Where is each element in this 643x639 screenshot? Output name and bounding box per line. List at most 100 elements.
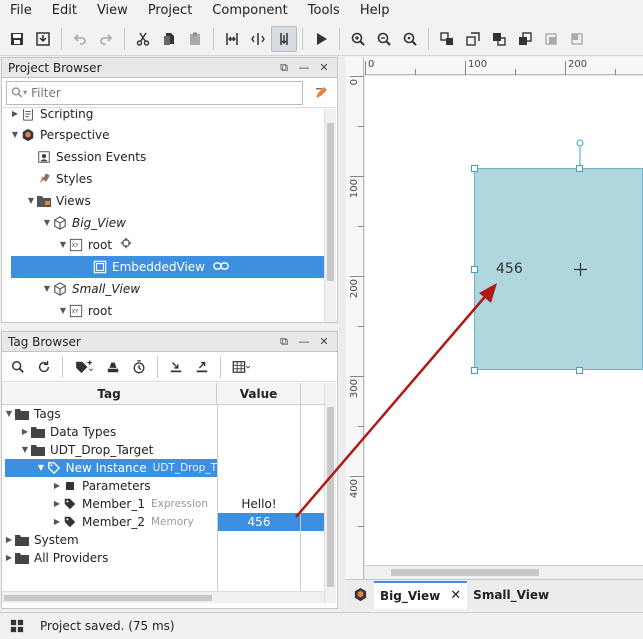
expanded-arrow-icon[interactable]: ▼: [42, 212, 52, 234]
export-icon[interactable]: [192, 360, 212, 374]
scroll-thumb[interactable]: [391, 569, 539, 576]
tree-item-small-view[interactable]: ▼ Small_View: [42, 278, 140, 300]
canvas-horizontal-scrollbar[interactable]: [365, 565, 643, 579]
menu-file[interactable]: File: [0, 0, 42, 22]
move-crosshair-icon[interactable]: [574, 263, 587, 276]
undo-icon[interactable]: [67, 26, 93, 52]
tag-horizontal-scrollbar[interactable]: [2, 591, 324, 603]
move-backward-icon[interactable]: [564, 26, 590, 52]
minimize-panel-icon[interactable]: —: [297, 335, 311, 349]
designer-canvas[interactable]: 0 100 200 0 100 200 300 400 456: [346, 57, 643, 579]
send-back-icon[interactable]: [512, 26, 538, 52]
value-cell-member-1[interactable]: Hello!: [218, 495, 300, 513]
snap-toggle-icon[interactable]: [271, 25, 297, 52]
tree-item-small-view-root[interactable]: ▼ XY root: [58, 300, 112, 322]
minimize-panel-icon[interactable]: —: [297, 61, 311, 75]
menu-tools[interactable]: Tools: [298, 0, 350, 22]
expanded-arrow-icon[interactable]: ▼: [20, 439, 30, 461]
ungroup-icon[interactable]: [460, 26, 486, 52]
tree-item-session-events[interactable]: Session Events: [36, 146, 146, 168]
menu-help[interactable]: Help: [350, 0, 400, 22]
align-vertical-icon[interactable]: [245, 26, 271, 52]
vertical-splitter[interactable]: [339, 57, 345, 612]
zoom-in-icon[interactable]: [345, 26, 371, 52]
project-browser-scrollbar[interactable]: [324, 109, 336, 322]
align-horizontal-icon[interactable]: [219, 26, 245, 52]
close-tab-icon[interactable]: ✕: [450, 588, 461, 603]
folder-icon: [30, 424, 46, 440]
folder-open-icon: [14, 406, 30, 422]
expanded-arrow-icon[interactable]: ▼: [4, 405, 14, 425]
tab-small-view[interactable]: Small_View: [467, 581, 555, 609]
expanded-arrow-icon[interactable]: ▼: [58, 234, 68, 256]
scroll-thumb[interactable]: [4, 595, 212, 601]
expanded-arrow-icon[interactable]: ▼: [10, 124, 20, 146]
expanded-arrow-icon[interactable]: ▼: [26, 190, 36, 212]
filter-box[interactable]: ▾: [6, 80, 303, 105]
add-tag-icon[interactable]: [71, 359, 97, 374]
xy-container-icon: XY: [68, 237, 84, 253]
group-icon[interactable]: [434, 26, 460, 52]
view-cube-icon: [52, 281, 68, 297]
restore-panel-icon[interactable]: ⧉: [277, 61, 291, 75]
expanded-arrow-icon[interactable]: ▼: [58, 300, 68, 322]
import-tags-icon[interactable]: [103, 360, 123, 374]
column-header-tag[interactable]: Tag: [2, 383, 217, 405]
cut-icon[interactable]: [130, 26, 156, 52]
redo-icon[interactable]: [93, 26, 119, 52]
menu-project[interactable]: Project: [138, 0, 202, 22]
status-grid-icon[interactable]: [4, 619, 30, 633]
value-cell-member-2[interactable]: 456: [218, 513, 300, 531]
expanded-arrow-icon[interactable]: ▼: [42, 278, 52, 300]
move-forward-icon[interactable]: [538, 26, 564, 52]
close-panel-icon[interactable]: ✕: [317, 61, 331, 75]
paste-icon[interactable]: [182, 26, 208, 52]
expanded-arrow-icon[interactable]: ▼: [36, 457, 46, 479]
resize-handle-top[interactable]: [576, 165, 583, 172]
svg-text:XY: XY: [72, 243, 80, 249]
save-all-icon[interactable]: [30, 26, 56, 52]
zoom-reset-icon[interactable]: [397, 26, 423, 52]
save-icon[interactable]: [4, 26, 30, 52]
tree-item-big-view-root[interactable]: ▼ XY root: [58, 234, 132, 256]
tree-item-embedded-view[interactable]: EmbeddedView: [11, 256, 324, 278]
filter-input[interactable]: [31, 85, 302, 100]
embedded-view-component[interactable]: 456: [474, 168, 643, 370]
view-cube-icon: [52, 215, 68, 231]
history-icon[interactable]: [129, 359, 149, 374]
resize-handle-bottom[interactable]: [576, 367, 583, 374]
bring-front-icon[interactable]: [486, 26, 512, 52]
ruler-top-label: 100: [468, 59, 488, 70]
restore-panel-icon[interactable]: ⧉: [277, 335, 291, 349]
scroll-thumb[interactable]: [327, 407, 334, 587]
column-header-value[interactable]: Value: [217, 383, 300, 405]
tree-item-perspective[interactable]: ▼ Perspective: [10, 124, 110, 146]
collapsed-arrow-icon[interactable]: ▶: [10, 109, 20, 125]
search-icon: [11, 87, 23, 98]
menu-component[interactable]: Component: [202, 0, 297, 22]
resize-handle-bottom-left[interactable]: [471, 367, 478, 374]
play-icon[interactable]: [308, 26, 334, 52]
tree-item-scripting[interactable]: ▶ Scripting: [10, 109, 93, 125]
refresh-icon[interactable]: [34, 360, 54, 374]
collapsed-arrow-icon[interactable]: ▶: [4, 547, 14, 569]
tab-big-view[interactable]: Big_View ✕: [374, 580, 468, 609]
menu-view[interactable]: View: [87, 0, 138, 22]
menu-edit[interactable]: Edit: [42, 0, 87, 22]
scroll-thumb[interactable]: [327, 123, 334, 281]
resize-handle-top-left[interactable]: [471, 165, 478, 172]
edit-filter-icon[interactable]: [309, 81, 333, 105]
tree-item-big-view[interactable]: ▼ Big_View: [42, 212, 126, 234]
close-panel-icon[interactable]: ✕: [317, 335, 331, 349]
resize-handle-left[interactable]: [471, 266, 478, 273]
import-icon[interactable]: [166, 360, 186, 374]
tag-item-all-providers[interactable]: ▶ All Providers: [4, 549, 108, 567]
copy-icon[interactable]: [156, 26, 182, 52]
search-icon[interactable]: [8, 360, 28, 374]
zoom-out-icon[interactable]: [371, 26, 397, 52]
table-view-icon[interactable]: [229, 360, 255, 374]
tree-item-styles[interactable]: Styles: [36, 168, 92, 190]
parameters-icon: [62, 478, 78, 494]
tag-browser-scrollbar[interactable]: [324, 383, 336, 603]
tree-item-views[interactable]: ▼ Views: [26, 190, 91, 212]
